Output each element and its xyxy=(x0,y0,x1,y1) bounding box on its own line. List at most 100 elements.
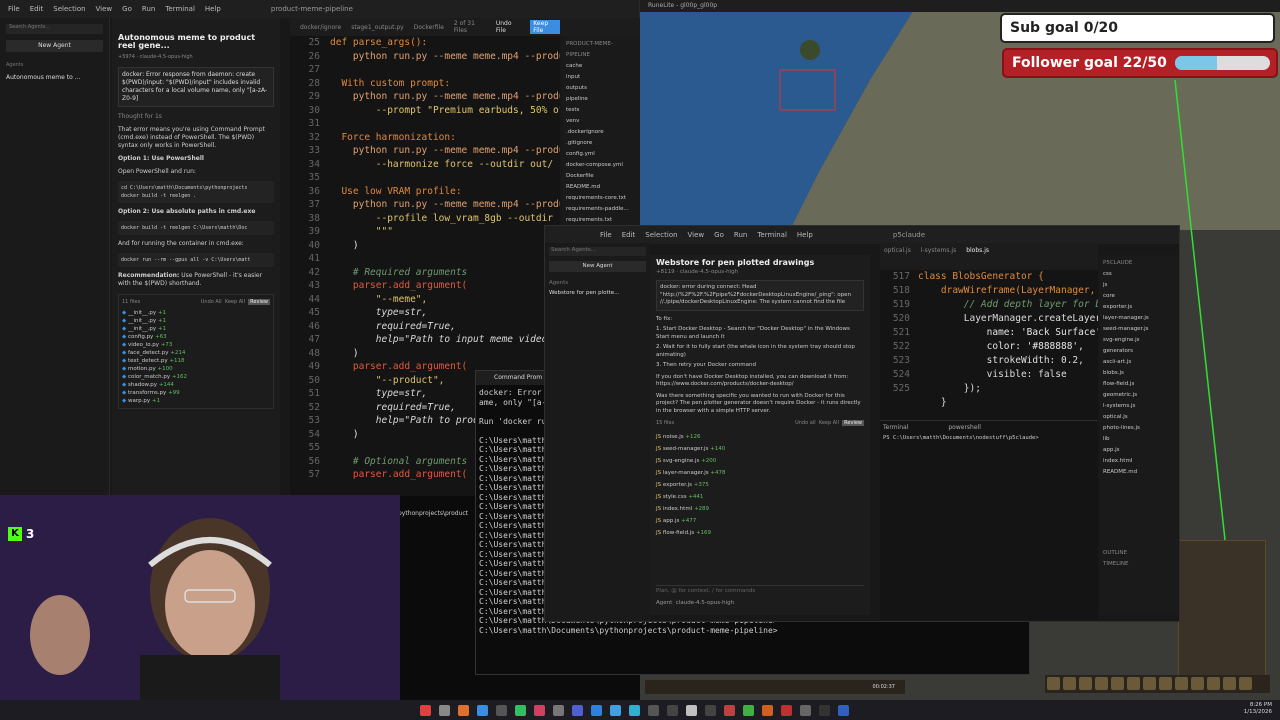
code-line[interactable] xyxy=(330,252,560,266)
file-explorer-icon[interactable] xyxy=(439,704,450,716)
hotbar-slot[interactable] xyxy=(1143,677,1156,690)
explorer-item[interactable]: ascii-art.js xyxy=(1103,357,1175,368)
changed-file-item[interactable]: ◆ text_detect.py +118 xyxy=(122,357,270,365)
agent-item[interactable]: Webstore for pen plotte... xyxy=(549,290,646,296)
app-icon[interactable] xyxy=(762,704,773,716)
code-line[interactable]: visible: false xyxy=(918,368,1098,382)
explorer-item[interactable]: optical.js xyxy=(1103,412,1175,423)
explorer-item[interactable]: geometric.js xyxy=(1103,390,1175,401)
explorer-item[interactable]: venv xyxy=(566,116,636,127)
outline-section[interactable]: OUTLINE xyxy=(1103,548,1175,559)
hotbar-slot[interactable] xyxy=(1191,677,1204,690)
app-icon[interactable] xyxy=(667,704,678,716)
menu-terminal[interactable]: Terminal xyxy=(757,231,787,239)
app-icon[interactable] xyxy=(705,704,716,716)
code-line[interactable]: # Required arguments xyxy=(330,266,560,280)
explorer-item[interactable]: P5CLAUDE xyxy=(1103,258,1175,269)
code-line[interactable] xyxy=(330,63,560,77)
explorer-item[interactable]: Dockerfile xyxy=(566,171,636,182)
agent-search-input[interactable]: Search Agents... xyxy=(549,247,646,256)
explorer-item[interactable]: pipeline xyxy=(566,94,636,105)
tab-optical[interactable]: optical.js xyxy=(884,247,911,266)
explorer-item[interactable]: requirements-paddle... xyxy=(566,204,636,215)
terminal-tab[interactable]: Terminal xyxy=(883,424,908,431)
app-icon[interactable] xyxy=(496,704,507,716)
code-line[interactable]: """ xyxy=(330,225,560,239)
code-line[interactable]: --prompt "Premium earbuds, 50% of xyxy=(330,104,560,118)
new-agent-button[interactable]: New Agent xyxy=(549,261,646,272)
hotbar-slot[interactable] xyxy=(1079,677,1092,690)
changed-file-item[interactable]: ◆ __init__.py +1 xyxy=(122,325,270,333)
keep-file-button[interactable]: Keep File xyxy=(530,20,560,34)
app-icon[interactable] xyxy=(610,704,621,716)
code-line[interactable]: ) xyxy=(330,347,560,361)
changed-file-item[interactable]: JS index.html +289 xyxy=(656,503,864,515)
terminal-icon[interactable] xyxy=(800,704,811,716)
changed-file-item[interactable]: JS layer-manager.js +478 xyxy=(656,467,864,479)
hotbar-slot[interactable] xyxy=(1111,677,1124,690)
code-line[interactable]: "--meme", xyxy=(330,293,560,307)
code-line[interactable]: --harmonize force --outdir out/ xyxy=(330,158,560,172)
code-line[interactable]: drawWireframe(LayerManager, xyxy=(918,284,1098,298)
changed-file-item[interactable]: JS seed-manager.js +140 xyxy=(656,443,864,455)
timeline-section[interactable]: TIMELINE xyxy=(1103,559,1175,570)
hotbar-slot[interactable] xyxy=(1127,677,1140,690)
app-icon[interactable] xyxy=(420,704,431,716)
explorer-item[interactable]: blobs.js xyxy=(1103,368,1175,379)
code-content[interactable]: class BlobsGenerator { drawWireframe(Lay… xyxy=(918,270,1098,410)
code-editor[interactable]: 517 518 519 520 521 522 523 524 525 class BlobsG… xyxy=(880,270,1098,420)
undo-file-button[interactable]: Undo File xyxy=(496,20,520,34)
changed-file-item[interactable]: JS exporter.js +375 xyxy=(656,479,864,491)
chat-input[interactable]: Plan, @ for context, / for commands xyxy=(656,585,864,595)
app-icon[interactable] xyxy=(477,704,488,716)
explorer-item[interactable]: README.md xyxy=(566,182,636,193)
tab-stage1[interactable]: stage1_output.py xyxy=(351,24,404,31)
changed-file-item[interactable]: JS app.js +477 xyxy=(656,515,864,527)
explorer-item[interactable]: photo-lines.js xyxy=(1103,423,1175,434)
app-icon[interactable] xyxy=(515,704,526,716)
explorer-item[interactable]: docker-compose.yml xyxy=(566,160,636,171)
code-line[interactable]: python run.py --meme meme.mp4 --produ xyxy=(330,144,560,158)
new-agent-button[interactable]: New Agent xyxy=(6,40,103,52)
tab-lsystems[interactable]: l-systems.js xyxy=(921,247,956,266)
menu-selection[interactable]: Selection xyxy=(645,231,677,239)
changed-file-item[interactable]: ◆ warp.py +1 xyxy=(122,397,270,405)
code-line[interactable]: } xyxy=(918,396,1098,410)
app-icon[interactable] xyxy=(629,704,640,716)
code-line[interactable]: LayerManager.createLayer xyxy=(918,312,1098,326)
menu-run[interactable]: Run xyxy=(142,5,155,13)
menu-help[interactable]: Help xyxy=(205,5,221,13)
tab-dockerignore[interactable]: docker/ignore xyxy=(300,24,341,31)
code-line[interactable]: def parse_args(): xyxy=(330,36,560,50)
hotbar-slot[interactable] xyxy=(1239,677,1252,690)
app-icon[interactable] xyxy=(534,704,545,716)
changed-file-item[interactable]: ◆ face_detect.py +214 xyxy=(122,349,270,357)
code-line[interactable]: --profile low_vram_8gb --outdir xyxy=(330,212,560,226)
code-line[interactable]: help="Path to input meme video xyxy=(330,333,560,347)
menu-edit[interactable]: Edit xyxy=(30,5,44,13)
explorer-item[interactable]: PRODUCT-MEME-PIPELINE xyxy=(566,39,636,61)
changed-file-item[interactable]: JS svg-engine.js +200 xyxy=(656,455,864,467)
undo-all-button[interactable]: Undo All xyxy=(201,299,222,305)
explorer-item[interactable]: README.md xyxy=(1103,467,1175,478)
undo-all-button[interactable]: Undo all xyxy=(795,420,816,426)
explorer-item[interactable]: core xyxy=(1103,291,1175,302)
code-line[interactable]: color: '#888888', xyxy=(918,340,1098,354)
review-button[interactable]: Review xyxy=(842,420,864,426)
tab-dockerfile[interactable]: Dockerfile xyxy=(414,24,444,31)
menu-file[interactable]: File xyxy=(8,5,20,13)
app-icon[interactable] xyxy=(819,704,830,716)
explorer-item[interactable]: layer-manager.js xyxy=(1103,313,1175,324)
explorer-item[interactable]: .gitignore xyxy=(566,138,636,149)
menu-view[interactable]: View xyxy=(688,231,705,239)
hotbar-slot[interactable] xyxy=(1223,677,1236,690)
explorer-item[interactable]: exporter.js xyxy=(1103,302,1175,313)
changed-file-item[interactable]: JS flow-field.js +169 xyxy=(656,527,864,539)
changed-file-item[interactable]: ◆ transforms.py +99 xyxy=(122,389,270,397)
code-line[interactable]: With custom prompt: xyxy=(330,77,560,91)
explorer-item[interactable]: app.js xyxy=(1103,445,1175,456)
system-clock[interactable]: 8:26 PM 1/13/2026 xyxy=(1244,702,1272,716)
keep-all-button[interactable]: Keep All xyxy=(225,299,245,305)
menu-run[interactable]: Run xyxy=(734,231,747,239)
app-icon[interactable] xyxy=(743,704,754,716)
